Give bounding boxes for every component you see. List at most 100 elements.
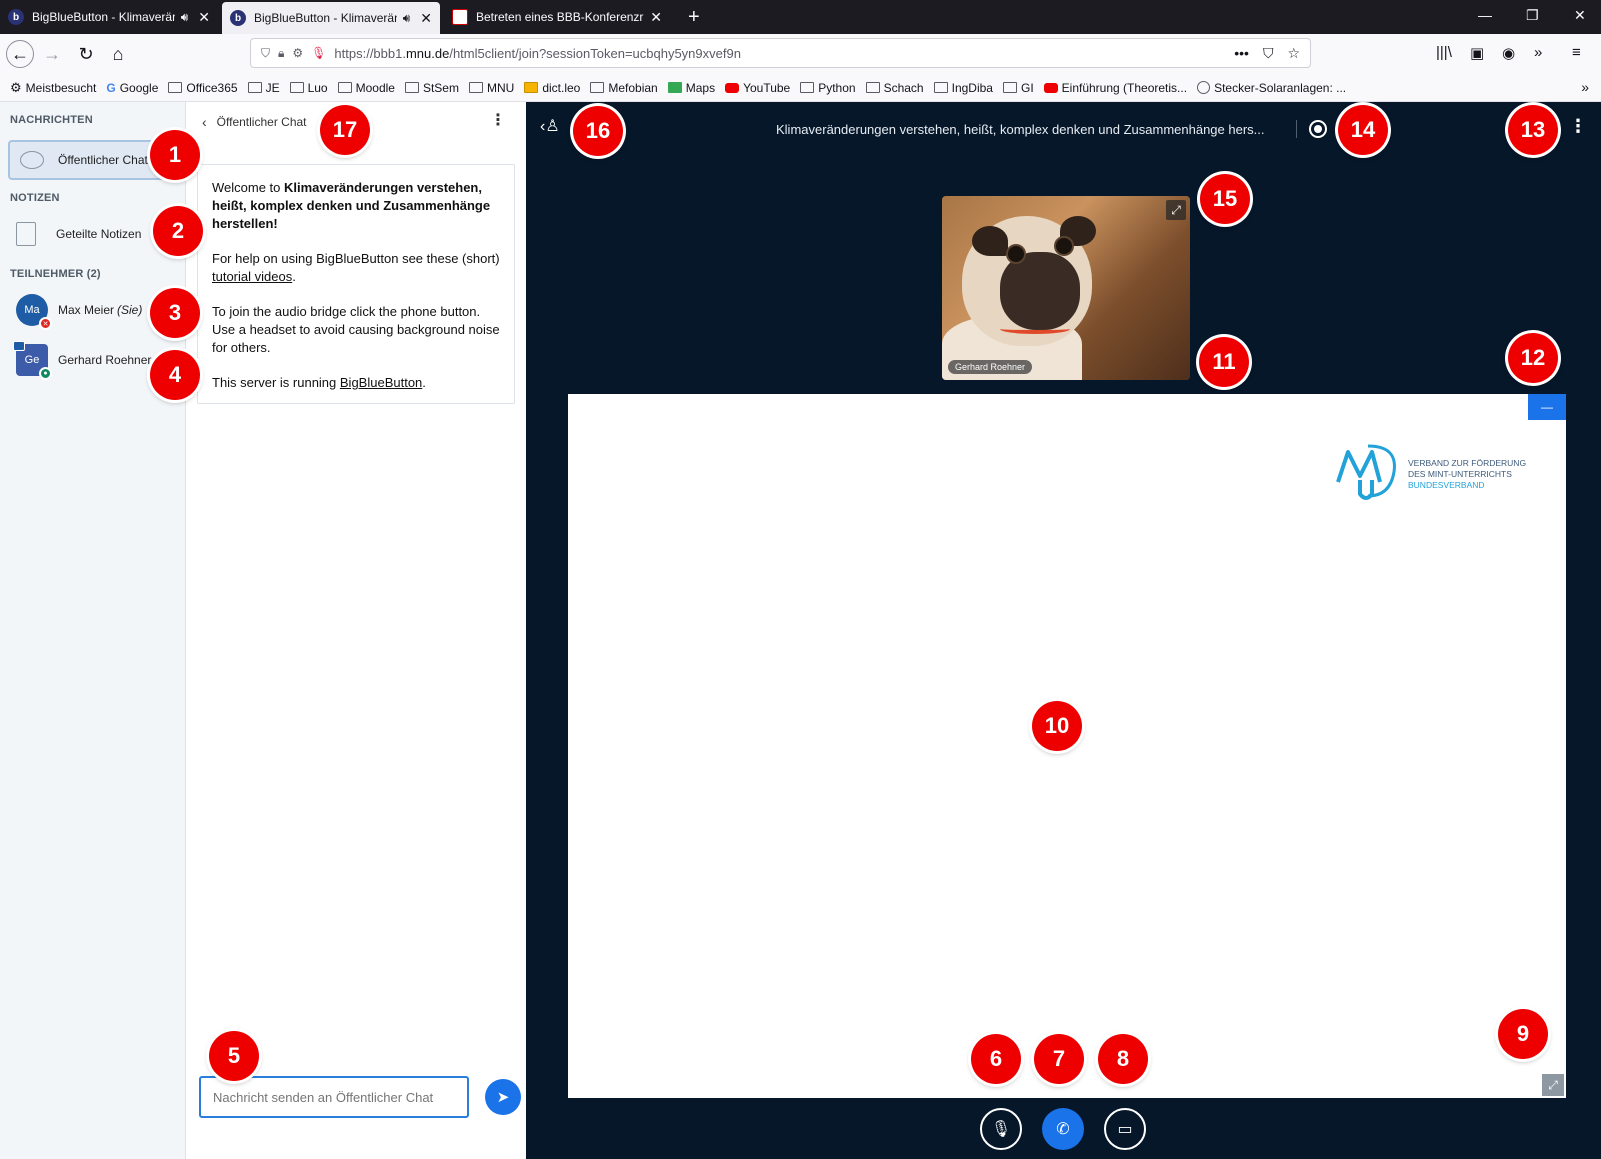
- browser-nav-bar: ← → ↻ ⌂ ⛉ 🔒︎ ⚙ 🎙︎ https://bbb1.mnu.de/ht…: [0, 34, 1601, 74]
- presentation-fullscreen-icon[interactable]: ⤢: [1542, 1074, 1564, 1096]
- marker: 13: [1508, 105, 1558, 155]
- url-bar[interactable]: ⛉ 🔒︎ ⚙ 🎙︎ https://bbb1.mnu.de/html5clien…: [250, 38, 1311, 68]
- bookmark-ingdiba[interactable]: IngDiba: [933, 81, 993, 95]
- browser-tab-bar: b BigBlueButton - Klimaverän 🔊︎ ✕ b BigB…: [0, 0, 1601, 34]
- permissions-icon[interactable]: ⚙: [292, 46, 303, 60]
- bookmark-stecker[interactable]: Stecker-Solaranlagen: ...: [1197, 81, 1346, 95]
- forward-icon[interactable]: →: [38, 40, 66, 68]
- mnu-logo: VERBAND ZUR FÖRDERUNG DES MINT-UNTERRICH…: [1332, 436, 1542, 506]
- shield-icon[interactable]: ⛉: [261, 46, 270, 61]
- google-icon: G: [106, 80, 116, 95]
- close-icon[interactable]: ✕: [198, 9, 210, 26]
- chat-header[interactable]: ‹ Öffentlicher Chat: [202, 114, 307, 130]
- bookmark-stsem[interactable]: StSem: [404, 81, 459, 95]
- bookmark-einfuehrung[interactable]: Einführung (Theoretis...: [1043, 81, 1187, 95]
- tutorial-link[interactable]: tutorial videos: [212, 269, 292, 284]
- chat-message-input[interactable]: [199, 1076, 469, 1118]
- window-close-icon[interactable]: ✕: [1574, 7, 1586, 24]
- webcam-button[interactable]: ▭: [1104, 1108, 1146, 1150]
- overflow-icon[interactable]: »: [1534, 44, 1542, 61]
- bookmark-mefobian[interactable]: Mefobian: [590, 81, 658, 95]
- menu-icon[interactable]: ≡: [1572, 44, 1581, 61]
- restore-icon[interactable]: ❐: [1526, 7, 1539, 24]
- bookmarks-bar: ⚙ Meistbesucht G Google Office365 JE Luo M…: [0, 74, 1601, 102]
- url-text: https://bbb1.mnu.de/html5client/join?ses…: [334, 45, 741, 61]
- bookmark-schach[interactable]: Schach: [865, 81, 924, 95]
- bookmark-maps[interactable]: Maps: [667, 81, 715, 95]
- chat-options-icon[interactable]: ⋮: [490, 110, 506, 130]
- pug-image: [1000, 252, 1080, 330]
- muted-mic-icon: 🎙︎: [990, 1121, 1012, 1138]
- record-icon[interactable]: [1309, 120, 1327, 138]
- bookmark-youtube[interactable]: YouTube: [725, 81, 790, 95]
- bbb-favicon-icon: b: [8, 9, 24, 25]
- phone-icon: ✆: [1056, 1121, 1070, 1138]
- bookmark-python[interactable]: Python: [800, 81, 856, 95]
- mute-button[interactable]: 🎙︎: [980, 1108, 1022, 1150]
- meeting-title: Klimaveränderungen verstehen, heißt, kom…: [776, 122, 1265, 137]
- pug-image: [1000, 324, 1070, 334]
- public-chat-label: Öffentlicher Chat: [58, 153, 148, 167]
- browser-tab-3[interactable]: Betreten eines BBB-Konferenzr ✕: [444, 0, 670, 34]
- bbb-app: NACHRICHTEN Öffentlicher Chat NOTIZEN Ge…: [0, 102, 1601, 1159]
- user-item-gerhard[interactable]: Ge ● Gerhard Roehner: [13, 341, 151, 380]
- mnu-logo-text: VERBAND ZUR FÖRDERUNG DES MINT-UNTERRICH…: [1408, 458, 1527, 490]
- browser-tab-1[interactable]: b BigBlueButton - Klimaverän 🔊︎ ✕: [0, 0, 218, 34]
- back-icon[interactable]: ←: [6, 40, 34, 68]
- pug-image: [1054, 236, 1074, 256]
- new-tab-icon[interactable]: +: [688, 6, 700, 29]
- more-icon[interactable]: •••: [1234, 45, 1249, 62]
- bookmark-star-icon[interactable]: ☆: [1287, 45, 1300, 62]
- bookmark-mnu[interactable]: MNU: [468, 81, 514, 95]
- sidebar-icon[interactable]: ▣: [1470, 44, 1484, 62]
- lock-icon[interactable]: 🔒︎: [278, 46, 284, 61]
- user-item-max[interactable]: Ma ✕ Max Meier (Sie): [16, 294, 142, 330]
- welcome-message: Welcome to Klimaveränderungen verstehen,…: [197, 164, 515, 404]
- bookmark-google[interactable]: G Google: [106, 81, 158, 95]
- send-icon: ➤: [496, 1089, 510, 1106]
- marker: 8: [1098, 1034, 1148, 1084]
- youtube-icon: [1043, 82, 1058, 93]
- minimize-presentation-button[interactable]: —: [1528, 394, 1566, 420]
- marker: 11: [1199, 337, 1249, 387]
- options-menu-icon[interactable]: ⋮: [1569, 116, 1587, 137]
- folder-icon: [468, 82, 483, 93]
- bookmark-je[interactable]: JE: [247, 81, 280, 95]
- library-icon[interactable]: |||\: [1436, 44, 1452, 61]
- close-icon[interactable]: ✕: [420, 10, 432, 27]
- toggle-userlist-icon[interactable]: ‹♙: [540, 116, 560, 136]
- bookmark-meistbesucht[interactable]: ⚙ Meistbesucht: [10, 80, 96, 96]
- marker: 1: [150, 130, 200, 180]
- speaker-icon[interactable]: 🔊︎: [403, 11, 411, 26]
- chevron-left-icon[interactable]: ‹: [202, 114, 207, 130]
- marker: 5: [209, 1031, 259, 1081]
- bookmarks-overflow-icon[interactable]: »: [1581, 79, 1589, 95]
- bookmark-office365[interactable]: Office365: [168, 81, 238, 95]
- bookmark-gi[interactable]: GI: [1002, 81, 1034, 95]
- divider: [1296, 120, 1297, 138]
- fullscreen-icon[interactable]: ⤢: [1166, 200, 1186, 220]
- marker: 7: [1034, 1034, 1084, 1084]
- send-button[interactable]: ➤: [485, 1079, 521, 1115]
- close-icon[interactable]: ✕: [650, 9, 662, 26]
- audio-phone-button[interactable]: ✆: [1042, 1108, 1084, 1150]
- bbb-favicon-icon: b: [230, 10, 246, 26]
- folder-icon: [289, 82, 304, 93]
- camera-off-icon: ▭: [1117, 1121, 1133, 1138]
- bookmark-dictleo[interactable]: dict.leo: [524, 81, 580, 95]
- pug-image: [972, 226, 1008, 256]
- minimize-icon[interactable]: —: [1478, 7, 1492, 23]
- folder-icon: [865, 82, 880, 93]
- speaker-icon[interactable]: 🔊︎: [181, 10, 189, 25]
- bookmark-luo[interactable]: Luo: [289, 81, 328, 95]
- bbb-link[interactable]: BigBlueButton: [340, 375, 422, 390]
- account-icon[interactable]: ◉: [1502, 44, 1515, 62]
- microphone-icon[interactable]: 🎙︎: [311, 46, 326, 60]
- reload-icon[interactable]: ↻: [72, 40, 100, 68]
- home-icon[interactable]: ⌂: [104, 40, 132, 68]
- marker: 4: [150, 350, 200, 400]
- pocket-icon[interactable]: ⛉: [1263, 45, 1274, 62]
- webcam-video[interactable]: Gerhard Roehner ⤢: [942, 196, 1190, 380]
- bookmark-moodle[interactable]: Moodle: [337, 81, 395, 95]
- browser-tab-2[interactable]: b BigBlueButton - Klimaverän 🔊︎ ✕: [222, 2, 440, 34]
